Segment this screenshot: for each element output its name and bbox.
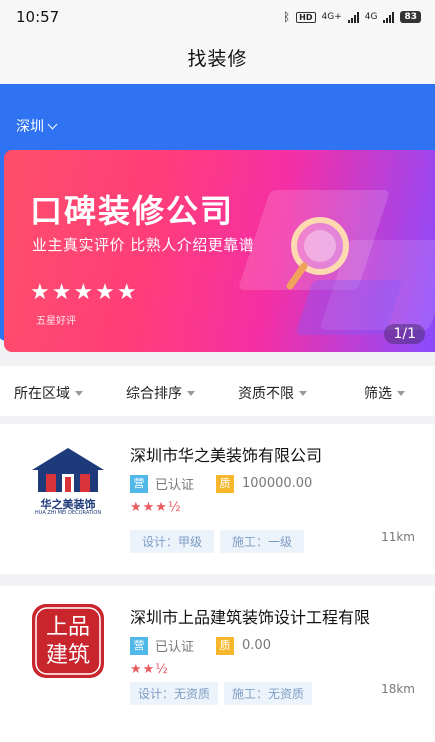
certified-text: 已认证 bbox=[155, 640, 195, 655]
network-4g-label: 4G bbox=[364, 12, 378, 22]
status-icons: ᛒ HD 4G+ 4G 83 bbox=[283, 10, 421, 24]
status-bar: 10:57 ᛒ HD 4G+ 4G 83 bbox=[0, 0, 435, 36]
filter-qualification[interactable]: 资质不限 bbox=[238, 383, 307, 403]
company-card[interactable]: 上品建筑 深圳市上品建筑装饰设计工程有限 营 已认证 质 0.00 ★★½ 设计… bbox=[0, 586, 435, 722]
construction-level-chip: 施工：一级 bbox=[220, 530, 305, 553]
company-logo-subtext: HUA ZHI MEI DECORATION bbox=[34, 510, 102, 516]
city-selector[interactable]: 深圳 bbox=[16, 116, 58, 136]
hd-icon: HD bbox=[296, 11, 316, 23]
dropdown-triangle-icon bbox=[187, 390, 195, 396]
status-time: 10:57 bbox=[16, 8, 60, 26]
bluetooth-icon: ᛒ bbox=[282, 10, 291, 24]
qualification-chips: 设计：无资质 施工：无资质 bbox=[130, 682, 313, 705]
company-cert-row: 营 已认证 质 0.00 bbox=[130, 636, 271, 655]
company-logo: 上品建筑 bbox=[26, 600, 110, 678]
dropdown-triangle-icon bbox=[299, 390, 307, 396]
banner-caption: 五星好评 bbox=[36, 316, 76, 327]
banner-page-counter: 1/1 bbox=[384, 324, 425, 344]
distance-label: 18km bbox=[381, 682, 415, 696]
nav-bar: 找装修 bbox=[0, 36, 435, 84]
design-level-chip: 设计：无资质 bbox=[130, 682, 219, 705]
rating-stars: ★★½ bbox=[130, 662, 169, 677]
business-license-badge: 营 bbox=[130, 474, 148, 493]
banner-subtitle: 业主真实评价 比熟人介绍更靠谱 bbox=[32, 236, 255, 254]
signal-icon bbox=[347, 11, 359, 23]
business-license-badge: 营 bbox=[130, 636, 148, 655]
page-title: 找装修 bbox=[187, 48, 248, 70]
promo-banner[interactable]: 口碑装修公司 业主真实评价 比熟人介绍更靠谱 ★★★★★ 五星好评 1/1 bbox=[4, 150, 435, 352]
filter-sort-label: 综合排序 bbox=[126, 386, 182, 402]
construction-level-chip: 施工：无资质 bbox=[224, 682, 313, 705]
dropdown-triangle-icon bbox=[397, 390, 405, 396]
chevron-down-icon bbox=[47, 119, 58, 129]
company-name: 深圳市上品建筑装饰设计工程有限 bbox=[130, 608, 371, 627]
company-logo-text: 上品建筑 bbox=[45, 615, 90, 668]
qualification-chips: 设计：甲级 施工：一级 bbox=[130, 530, 305, 553]
city-label: 深圳 bbox=[16, 119, 44, 135]
filter-qualification-label: 资质不限 bbox=[238, 386, 294, 402]
network-4g-plus-label: 4G+ bbox=[321, 12, 342, 22]
battery-icon: 83 bbox=[400, 11, 421, 23]
qualification-badge: 质 bbox=[216, 636, 235, 655]
filter-more-label: 筛选 bbox=[364, 386, 392, 402]
company-name: 深圳市华之美装饰有限公司 bbox=[130, 446, 323, 465]
company-card[interactable]: 华之美装饰 HUA ZHI MEI DECORATION 深圳市华之美装饰有限公… bbox=[0, 424, 435, 574]
signal-icon-2 bbox=[383, 11, 395, 23]
registered-capital: 0.00 bbox=[242, 638, 271, 653]
banner-title: 口碑装修公司 bbox=[30, 192, 235, 230]
registered-capital: 100000.00 bbox=[242, 476, 313, 491]
qualification-badge: 质 bbox=[216, 474, 235, 493]
company-cert-row: 营 已认证 质 100000.00 bbox=[130, 474, 312, 493]
company-logo: 华之美装饰 HUA ZHI MEI DECORATION bbox=[26, 444, 110, 520]
app-screen: 10:57 ᛒ HD 4G+ 4G 83 找装修 深圳 口碑装修公司 业主真实评… bbox=[0, 0, 435, 742]
filter-region-label: 所在区域 bbox=[14, 386, 70, 402]
filter-more[interactable]: 筛选 bbox=[364, 383, 405, 403]
filter-region[interactable]: 所在区域 bbox=[14, 383, 83, 403]
filter-bar: 所在区域 综合排序 资质不限 筛选 bbox=[0, 366, 435, 416]
distance-label: 11km bbox=[381, 530, 415, 544]
filter-sort[interactable]: 综合排序 bbox=[126, 383, 195, 403]
dropdown-triangle-icon bbox=[75, 390, 83, 396]
rating-stars: ★★★½ bbox=[130, 500, 182, 515]
banner-stars: ★★★★★ bbox=[30, 280, 139, 305]
certified-text: 已认证 bbox=[155, 478, 195, 493]
next-card-partial bbox=[0, 722, 435, 742]
design-level-chip: 设计：甲级 bbox=[130, 530, 215, 553]
